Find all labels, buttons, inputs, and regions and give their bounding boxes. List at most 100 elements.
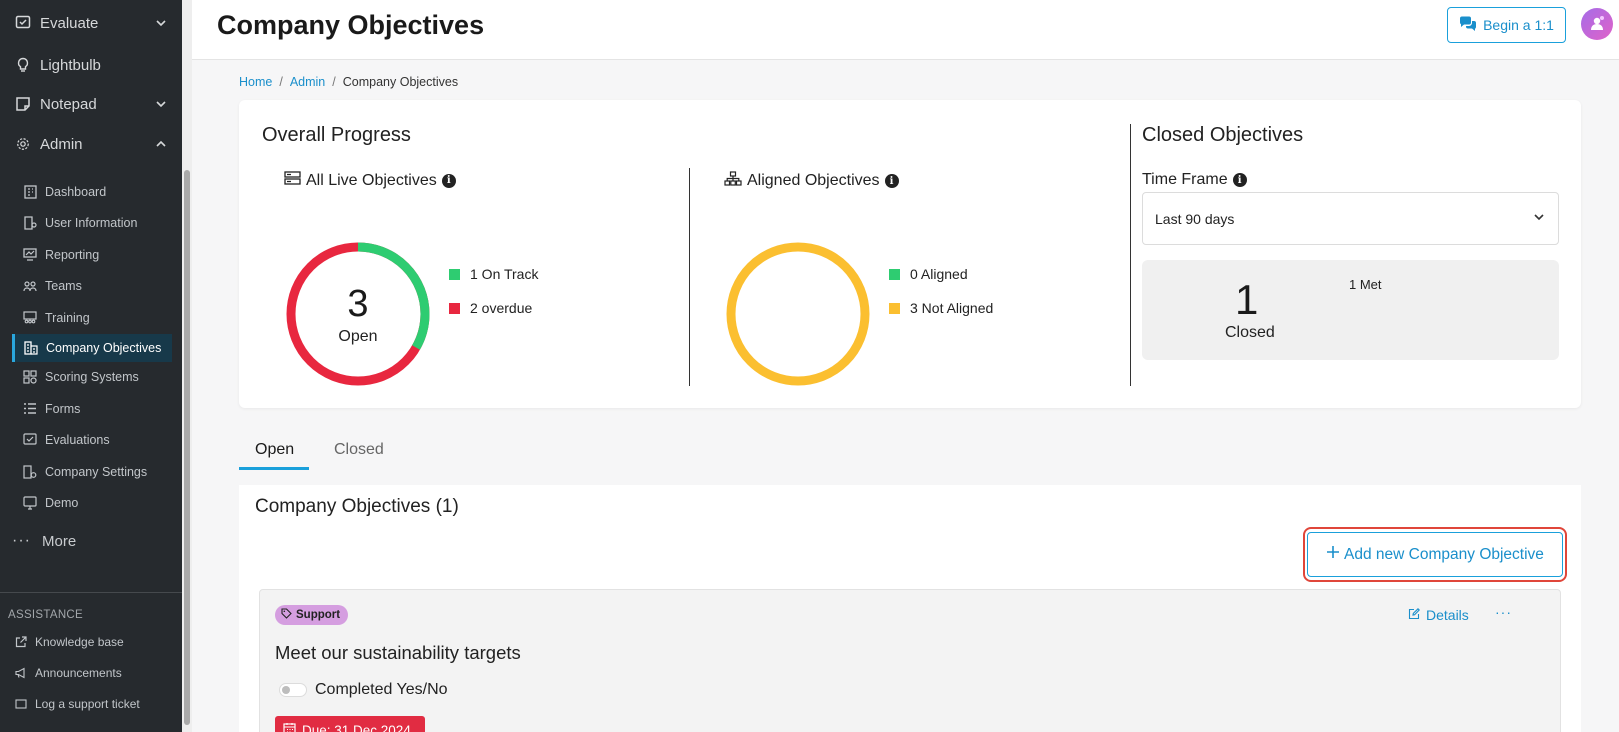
sidebar-scrollbar[interactable] [182, 0, 192, 732]
info-icon[interactable]: i [441, 173, 456, 188]
tab-closed[interactable]: Closed [334, 441, 384, 459]
time-frame-value: Last 90 days [1155, 210, 1235, 227]
sidebar-item-support-ticket[interactable]: Log a support ticket [0, 693, 182, 715]
evaluate-icon [14, 14, 32, 32]
sidebar-item-label: Teams [45, 279, 82, 294]
sidebar-item-teams[interactable]: Teams [0, 271, 182, 303]
overall-progress-title: Overall Progress [262, 124, 411, 146]
objectives-section: Company Objectives (1) Add new Company O… [239, 485, 1581, 732]
breadcrumb-current: Company Objectives [342, 75, 459, 89]
legend-on-track: 1 On Track [449, 266, 538, 282]
all-live-objectives-label: All Live Objectives [306, 171, 437, 189]
demo-icon [22, 495, 38, 511]
sidebar-item-notepad[interactable]: Notepad [0, 84, 182, 124]
tag-icon [281, 608, 292, 622]
sidebar-item-forms[interactable]: Forms [0, 393, 182, 425]
add-button-label: Add new Company Objective [1344, 545, 1544, 563]
external-link-icon [14, 635, 28, 649]
company-objectives-icon [23, 340, 39, 356]
more-options-button[interactable]: ··· [1495, 604, 1512, 620]
sidebar-item-label: Announcements [35, 666, 122, 680]
donut-not-aligned-arc [726, 242, 870, 386]
legend-swatch-green [449, 268, 460, 280]
forms-icon [22, 401, 38, 417]
sidebar-item-evaluate[interactable]: Evaluate [0, 0, 182, 46]
objective-tag: Support [275, 605, 349, 625]
sidebar-item-reporting[interactable]: Reporting [0, 239, 182, 271]
info-icon[interactable]: i [1232, 173, 1247, 187]
reporting-icon [22, 247, 38, 263]
chevron-down-icon [154, 97, 168, 111]
sidebar-item-label: Knowledge base [35, 635, 124, 649]
sidebar-item-scoring-systems[interactable]: Scoring Systems [0, 362, 182, 394]
sidebar-item-announcements[interactable]: Announcements [0, 662, 182, 684]
sidebar-item-label: Evaluations [45, 433, 110, 448]
sidebar-item-knowledge-base[interactable]: Knowledge base [0, 631, 182, 653]
sidebar-item-admin[interactable]: Admin [0, 124, 182, 164]
details-link[interactable]: Details [1408, 607, 1469, 623]
sidebar-item-label: Evaluate [40, 14, 99, 32]
legend-swatch-green [889, 268, 900, 280]
info-icon[interactable]: i [884, 174, 899, 188]
tag-label: Support [296, 609, 341, 621]
dashboard-icon [22, 184, 38, 200]
time-frame-label: Time Frame [1142, 171, 1228, 188]
training-icon [22, 310, 38, 326]
due-date-label: Due: 31 Dec 2024 [302, 722, 411, 732]
sidebar-item-user-information[interactable]: User Information [0, 208, 182, 240]
top-bar: Company Objectives Begin a 1:1 [192, 0, 1619, 60]
all-live-objectives-heading: All Live Objectives i [284, 171, 456, 190]
live-donut-center: 3 Open [324, 284, 392, 346]
sidebar-item-more[interactable]: ··· More [0, 521, 182, 561]
begin-button-label: Begin a 1:1 [1483, 17, 1554, 33]
breadcrumb-separator: / [279, 75, 283, 89]
toggle-knob [282, 686, 290, 694]
avatar[interactable] [1581, 8, 1613, 40]
sidebar-item-lightbulb[interactable]: Lightbulb [0, 46, 182, 84]
scrollbar-thumb[interactable] [184, 170, 190, 725]
sidebar-item-label: Dashboard [45, 184, 107, 199]
overview-card: Overall Progress All Live Objectives i 3… [239, 100, 1581, 408]
completed-toggle-label: Completed Yes/No [315, 681, 448, 698]
completed-toggle[interactable] [279, 683, 307, 697]
aligned-objectives-donut [726, 242, 870, 386]
notepad-icon [14, 95, 32, 113]
sidebar-divider [0, 592, 182, 593]
gear-icon [14, 135, 32, 153]
sidebar-item-evaluations[interactable]: Evaluations [0, 425, 182, 457]
sidebar-item-label: Demo [45, 496, 79, 511]
sidebar-item-label: Company Objectives [46, 340, 162, 355]
time-frame-heading: Time Frame i [1142, 171, 1247, 189]
closed-summary-box: 1 Closed 1 Met [1142, 260, 1559, 360]
sidebar-item-label: Lightbulb [40, 56, 101, 74]
sidebar-item-demo[interactable]: Demo [0, 488, 182, 520]
objectives-list-icon [284, 171, 301, 190]
closed-count: 1 [1235, 276, 1259, 323]
sidebar-item-company-settings[interactable]: Company Settings [0, 456, 182, 488]
sidebar-item-label: Log a support ticket [35, 697, 140, 711]
plus-icon [1326, 545, 1340, 564]
add-company-objective-button[interactable]: Add new Company Objective [1307, 532, 1563, 577]
closed-label: Closed [1225, 324, 1275, 341]
sidebar-item-label: Training [45, 310, 90, 325]
evaluations-icon [22, 432, 38, 448]
time-frame-select[interactable]: Last 90 days [1142, 192, 1559, 245]
user-information-icon [22, 215, 38, 231]
details-label: Details [1426, 607, 1469, 623]
breadcrumb-separator: / [332, 75, 336, 89]
breadcrumb-admin[interactable]: Admin [290, 75, 325, 89]
section-divider [1130, 124, 1131, 386]
breadcrumb-home[interactable]: Home [239, 75, 272, 89]
tab-open[interactable]: Open [255, 441, 294, 459]
sidebar-item-training[interactable]: Training [0, 302, 182, 334]
sidebar-item-dashboard[interactable]: Dashboard [0, 176, 182, 208]
begin-one-on-one-button[interactable]: Begin a 1:1 [1447, 7, 1566, 43]
chat-icon [1459, 16, 1477, 34]
legend-swatch-yellow [889, 302, 900, 314]
objective-title: Meet our sustainability targets [275, 642, 521, 663]
sidebar-item-company-objectives[interactable]: Company Objectives [12, 333, 172, 362]
sidebar-item-label: More [42, 532, 77, 550]
sidebar-item-label: Forms [45, 401, 81, 416]
legend-aligned: 0 Aligned [889, 266, 968, 282]
legend-swatch-red [449, 302, 460, 314]
